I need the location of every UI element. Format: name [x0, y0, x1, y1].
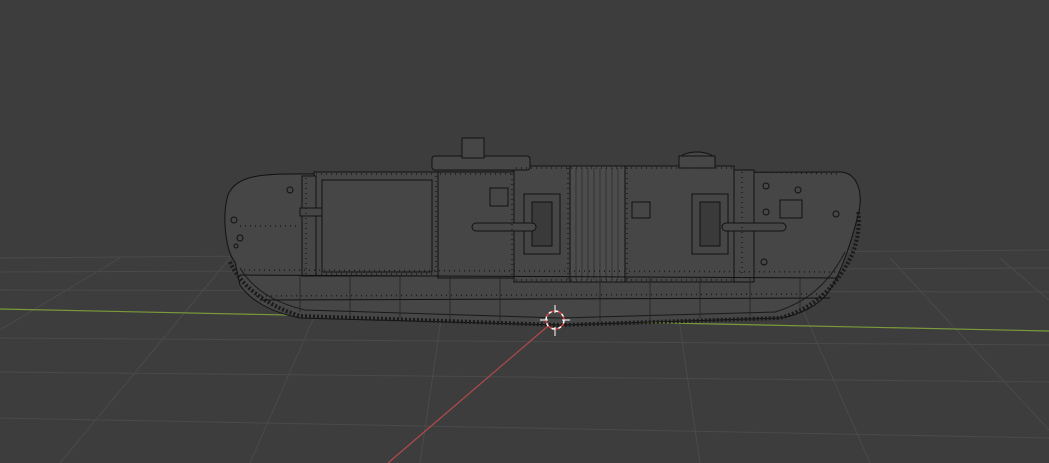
hatch-plate-center — [631, 201, 651, 219]
right-gun-barrel — [721, 222, 787, 232]
rivet-large-2 — [236, 234, 244, 242]
nose-frame — [301, 175, 317, 277]
center-plate — [569, 165, 626, 283]
top-rear-cupola-side — [678, 155, 716, 169]
rivet-large-8 — [762, 208, 770, 216]
right-sponson-inner — [699, 201, 721, 247]
rivet-large-4 — [762, 182, 770, 190]
left-gun-barrel — [471, 222, 537, 232]
top-hatch-cupola — [461, 137, 485, 159]
front-panel — [313, 171, 439, 277]
viewport-canvas[interactable] — [0, 0, 1049, 463]
nose-bracket — [299, 207, 323, 217]
rivet-large-9 — [233, 243, 239, 249]
rivet-large-3 — [230, 216, 238, 224]
tank-wireframe-mesh[interactable] — [224, 137, 861, 328]
rivet-large-5 — [794, 186, 802, 194]
rivet-large-1 — [286, 186, 294, 194]
hatch-plate-left — [489, 187, 509, 207]
hatch-plate-right — [779, 199, 803, 219]
rivet-large-7 — [760, 258, 768, 266]
3d-viewport[interactable] — [0, 0, 1049, 463]
rivet-large-6 — [832, 210, 840, 218]
